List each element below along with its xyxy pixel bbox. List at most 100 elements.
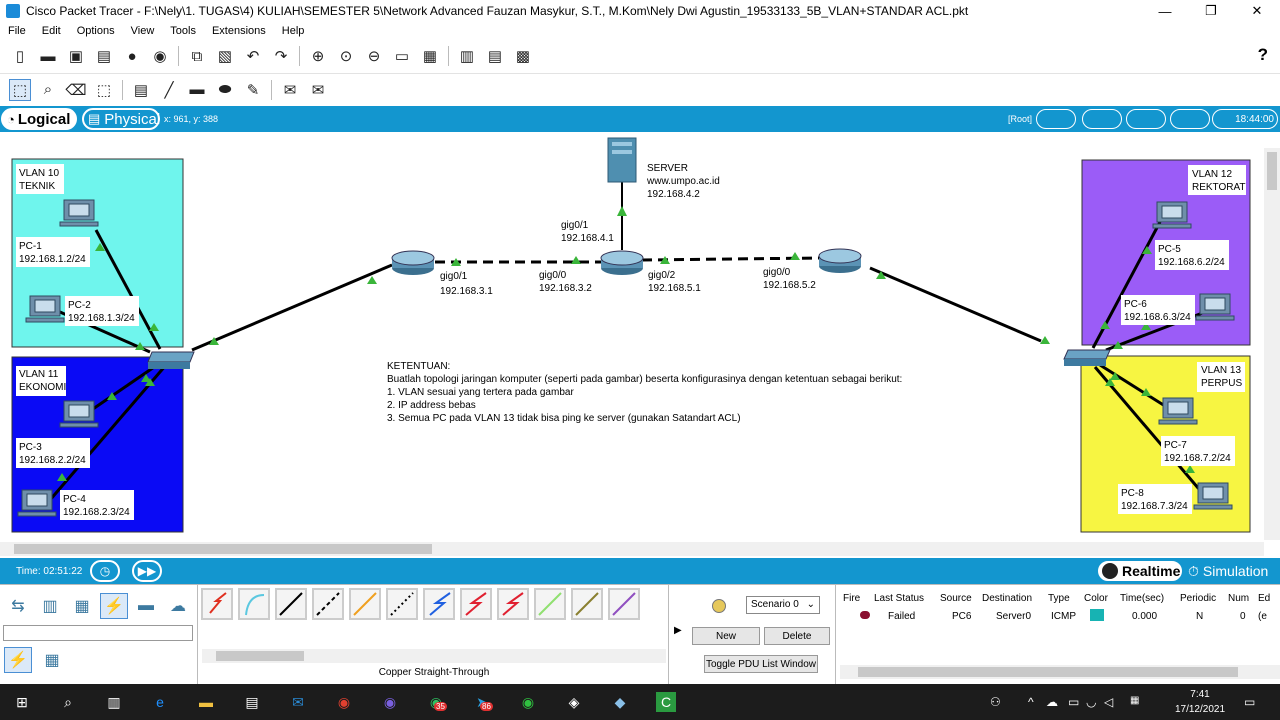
menu-help[interactable]: Help xyxy=(274,25,313,37)
device-type-selector: ⇆ ▥ ▦ ⚡ ▬ ☁ xyxy=(4,593,196,619)
toggle-pdu-list-button[interactable]: Toggle PDU List Window xyxy=(704,655,818,673)
people-icon[interactable]: ⚇ xyxy=(990,695,1001,709)
environment-icon[interactable] xyxy=(1170,109,1210,129)
delete-scenario-button[interactable]: Delete xyxy=(764,627,830,645)
mode-bar: ◔ Logical ▤ Physical x: 961, y: 388 [Roo… xyxy=(0,106,1280,132)
misc-icon[interactable]: ▬ xyxy=(132,593,160,619)
new-scenario-button[interactable]: New xyxy=(692,627,760,645)
delete-icon[interactable]: ⌫ xyxy=(65,79,87,101)
connections-icon[interactable]: ⚡ xyxy=(100,593,128,619)
inspect-icon[interactable]: ⌕ xyxy=(37,79,59,101)
undo-icon[interactable]: ↶ xyxy=(242,45,264,67)
menu-file[interactable]: File xyxy=(0,25,34,37)
network-devices-icon[interactable]: ⇆ xyxy=(4,593,32,619)
multiuser-icon[interactable]: ☁ xyxy=(164,593,192,619)
restore-button[interactable]: ❐ xyxy=(1188,0,1234,22)
new-file-icon[interactable]: ▯ xyxy=(9,45,31,67)
horizontal-scrollbar[interactable] xyxy=(0,542,1264,556)
edge-icon[interactable]: e xyxy=(150,692,170,712)
pdu-row[interactable]: Failed PC6 Server0 ICMP 0.000 N 0 (e xyxy=(840,607,1280,625)
draw-ellipse-icon[interactable]: ⬬ xyxy=(214,79,236,101)
device-search-input[interactable] xyxy=(3,625,193,641)
root-label[interactable]: [Root] xyxy=(1008,114,1032,124)
power-cycle-icon[interactable]: ◷ xyxy=(90,560,120,582)
connections-subtype-icon[interactable]: ⚡ xyxy=(4,647,32,673)
pc2-ip: 192.168.1.3/24 xyxy=(68,313,135,324)
menu-options[interactable]: Options xyxy=(69,25,123,37)
fast-forward-icon[interactable]: ▶▶ xyxy=(132,560,162,582)
draw-line-icon[interactable]: ╱ xyxy=(158,79,180,101)
viewport-icon[interactable] xyxy=(1036,109,1076,129)
screenshot-icon[interactable]: ▩ xyxy=(512,45,534,67)
logical-workspace[interactable]: VLAN 10 TEKNIK VLAN 11 EKONOMI VLAN 12 R… xyxy=(0,132,1280,542)
physical-tab[interactable]: ▤ Physical xyxy=(82,108,160,130)
task-view-icon[interactable]: ▥ xyxy=(104,692,124,712)
system-clock[interactable]: 7:41 17/12/2021 xyxy=(1170,687,1230,717)
packet-tracer-taskbar-icon[interactable]: ◈ xyxy=(564,692,584,712)
menu-edit[interactable]: Edit xyxy=(34,25,69,37)
notification-icon[interactable]: ▭ xyxy=(1244,695,1255,709)
custom-device-icon[interactable]: ▦ xyxy=(419,45,441,67)
logical-tab[interactable]: ◔ Logical xyxy=(1,108,77,130)
select-icon[interactable]: ⬚ xyxy=(9,78,31,101)
end-devices-icon[interactable]: ▥ xyxy=(36,593,64,619)
menu-tools[interactable]: Tools xyxy=(162,25,204,37)
onedrive-icon[interactable]: ☁ xyxy=(1046,695,1058,709)
app-icon[interactable]: ◆ xyxy=(610,692,630,712)
scenario-info-icon[interactable] xyxy=(712,599,726,613)
pdu-scrollbar[interactable] xyxy=(840,665,1280,679)
search-icon[interactable]: ⌕ xyxy=(58,692,78,712)
simulation-tab[interactable]: ⏱ Simulation xyxy=(1188,560,1280,582)
info-icon[interactable]: ● xyxy=(121,45,143,67)
camtasia-icon[interactable]: C xyxy=(656,692,676,712)
zoom-in-icon[interactable]: ⊕ xyxy=(307,45,329,67)
fire-icon[interactable] xyxy=(840,610,874,622)
freeform-icon[interactable]: ✎ xyxy=(242,79,264,101)
battery-icon[interactable]: ▭ xyxy=(1068,695,1079,709)
cable-scrollbar[interactable] xyxy=(202,649,666,663)
tray-chevron-icon[interactable]: ^ xyxy=(1028,695,1034,709)
help-icon[interactable]: ? xyxy=(1258,45,1268,65)
menu-extensions[interactable]: Extensions xyxy=(204,25,274,37)
menu-view[interactable]: View xyxy=(123,25,163,37)
realtime-tab[interactable]: Realtime xyxy=(1096,559,1184,583)
network-info-icon[interactable]: ◉ xyxy=(149,45,171,67)
open-folder-icon[interactable]: ▬ xyxy=(37,45,59,67)
device-template-icon[interactable]: ▤ xyxy=(484,45,506,67)
resize-shape-icon[interactable]: ⬚ xyxy=(93,79,115,101)
scenario-select[interactable]: Scenario 0 ⌄ xyxy=(746,596,820,614)
network-icon[interactable]: ◡ xyxy=(1086,695,1096,709)
zoom-reset-icon[interactable]: ⊙ xyxy=(335,45,357,67)
redo-icon[interactable]: ↷ xyxy=(270,45,292,67)
components-icon[interactable]: ▦ xyxy=(68,593,96,619)
paste-icon[interactable]: ▧ xyxy=(214,45,236,67)
drawing-palette-icon[interactable]: ▭ xyxy=(391,45,413,67)
expand-arrow-icon[interactable]: ▶ xyxy=(674,625,682,636)
cluster-icon[interactable] xyxy=(1126,109,1166,129)
zoom-out-icon[interactable]: ⊖ xyxy=(363,45,385,67)
print-icon[interactable]: ▤ xyxy=(93,45,115,67)
place-note-icon[interactable]: ▤ xyxy=(130,79,152,101)
windows-start-icon[interactable]: ⊞ xyxy=(12,692,32,712)
chrome-icon[interactable]: ◉ xyxy=(334,692,354,712)
line-icon[interactable]: ◉ xyxy=(518,692,538,712)
vlan11-subtitle: EKONOMI xyxy=(19,382,66,393)
mail-icon[interactable]: ✉ xyxy=(288,692,308,712)
discord-icon[interactable]: ◉ xyxy=(380,692,400,712)
draw-rectangle-icon[interactable]: ▬ xyxy=(186,79,208,101)
volume-icon[interactable]: ◁ xyxy=(1104,695,1113,709)
add-complex-pdu-icon[interactable]: ✉ xyxy=(307,79,329,101)
minimize-button[interactable]: — xyxy=(1142,0,1188,22)
pdu-edit[interactable]: (e xyxy=(1258,611,1278,622)
vertical-scrollbar[interactable] xyxy=(1264,148,1280,540)
octal-cable-icon[interactable]: ▦ xyxy=(38,647,66,673)
file-explorer-icon[interactable]: ▬ xyxy=(196,692,216,712)
cloud-icon[interactable] xyxy=(1082,109,1122,129)
save-icon[interactable]: ▣ xyxy=(65,45,87,67)
store-icon[interactable]: ▤ xyxy=(242,692,262,712)
keyboard-icon[interactable]: ▦ xyxy=(1130,695,1139,706)
add-simple-pdu-icon[interactable]: ✉ xyxy=(279,79,301,101)
close-button[interactable]: ✕ xyxy=(1234,0,1280,22)
notes-icon[interactable]: ▥ xyxy=(456,45,478,67)
copy-icon[interactable]: ⧉ xyxy=(186,45,208,67)
